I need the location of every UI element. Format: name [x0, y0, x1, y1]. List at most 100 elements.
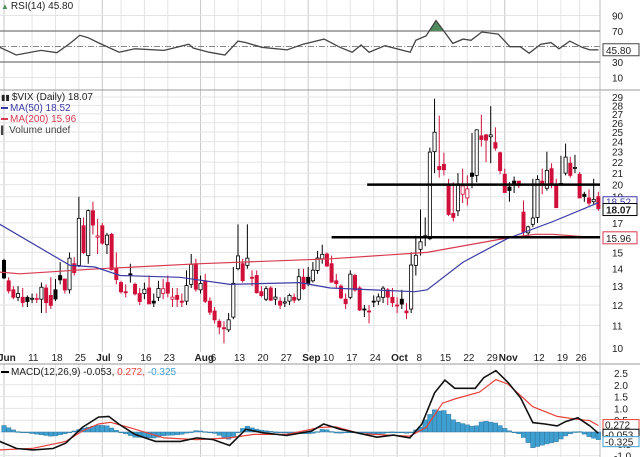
- candle: [540, 168, 545, 195]
- macd-histogram-bar: [15, 431, 21, 433]
- candle: [170, 287, 175, 307]
- macd-histogram-bar: [408, 431, 414, 434]
- candle: [437, 115, 442, 178]
- candle: [264, 286, 269, 302]
- x-tick-label: Oct: [391, 353, 408, 364]
- candle: [367, 305, 372, 324]
- candle-body: [399, 298, 404, 305]
- candle-body: [563, 156, 568, 174]
- candle-body: [39, 286, 44, 300]
- macd-histogram-bar: [577, 431, 583, 433]
- candle-body: [390, 296, 395, 304]
- candle: [48, 277, 53, 309]
- volume-legend-text: Volume undef: [9, 125, 71, 136]
- candle-body: [296, 276, 301, 300]
- candle: [34, 293, 39, 304]
- candle-body: [362, 308, 367, 311]
- candle-body: [207, 300, 212, 313]
- macd-histogram-bar: [263, 430, 269, 433]
- macd-histogram-bar: [118, 431, 124, 434]
- candle-body: [62, 278, 67, 291]
- macd-histogram-bar: [563, 431, 569, 437]
- candle: [315, 250, 320, 274]
- ma200-value-label: 15.96: [606, 234, 631, 245]
- price-tick-label: 20: [612, 181, 624, 192]
- candle: [558, 155, 563, 186]
- macd-histogram-bar: [544, 431, 550, 445]
- candle-body: [469, 172, 474, 177]
- macd-histogram-bar: [502, 428, 508, 433]
- candle-body: [226, 319, 231, 331]
- candle: [451, 182, 456, 222]
- candle-body: [170, 296, 175, 300]
- candle-body: [184, 285, 189, 302]
- x-tick-label: 22: [463, 353, 475, 364]
- candle: [86, 209, 91, 264]
- candle-body: [147, 287, 152, 305]
- macd-histogram-bar: [235, 431, 241, 434]
- macd-histogram-bar: [403, 431, 409, 434]
- candle: [16, 286, 21, 302]
- x-tick-label: 27: [281, 353, 293, 364]
- macd-histogram-bar: [62, 431, 68, 435]
- x-tick-label: Sep: [302, 353, 320, 364]
- ma200-swatch: [1, 118, 8, 121]
- candle-body: [282, 301, 287, 304]
- candle-body: [367, 310, 372, 313]
- candle-body: [151, 300, 156, 304]
- macd-signal-line: [0, 378, 599, 451]
- candle: [2, 258, 7, 280]
- macd-histogram-bar: [492, 422, 498, 433]
- candle-body: [217, 320, 222, 328]
- macd-histogram-bar: [310, 431, 316, 434]
- candle-body: [455, 183, 460, 212]
- macd-histogram-bar: [10, 429, 16, 433]
- macd-histogram-bar: [202, 431, 208, 433]
- candle: [44, 284, 49, 314]
- candle-body: [465, 188, 470, 199]
- candle: [521, 200, 526, 236]
- candle: [502, 168, 507, 194]
- macd-histogram-bar: [67, 431, 73, 434]
- macd-histogram-bar: [535, 431, 541, 447]
- price-legend: ▮▮ $VIX (Daily) 18.07 MA(50) 18.52 MA(200…: [1, 92, 93, 136]
- candle-body: [320, 253, 325, 260]
- candle-body: [381, 287, 386, 298]
- price-tick-label: 22: [612, 158, 624, 169]
- candle: [362, 305, 367, 318]
- macd-histogram-bar: [319, 429, 325, 433]
- candle-body: [334, 280, 339, 285]
- rsi-tick-label: 70: [612, 27, 624, 38]
- candle-body: [474, 129, 479, 176]
- candle-body: [488, 134, 493, 138]
- macd-histogram-bar: [20, 431, 26, 434]
- candlestick-icon: ▮▮: [1, 93, 10, 102]
- candle-body: [175, 295, 180, 300]
- macd-histogram-bar: [525, 431, 531, 443]
- candle: [409, 252, 414, 314]
- macd-tick-label: 2.0: [614, 381, 628, 392]
- candle-body: [156, 288, 161, 298]
- candle-body: [395, 304, 400, 307]
- candle-body: [142, 288, 147, 294]
- candle-body: [179, 300, 184, 303]
- candle-body: [189, 263, 194, 285]
- candle-body: [493, 142, 498, 149]
- candle: [231, 267, 236, 320]
- candle: [301, 268, 306, 290]
- macd-histogram-bar: [389, 431, 395, 433]
- macd-histogram-bar: [581, 431, 587, 435]
- x-tick-label: Nov: [499, 353, 518, 364]
- candle-body: [250, 276, 255, 279]
- candle: [395, 297, 400, 314]
- candle-body: [44, 287, 49, 304]
- candle-body: [212, 310, 217, 321]
- candle-body: [484, 134, 489, 141]
- macd-histogram-bar: [104, 425, 110, 433]
- candle: [221, 321, 226, 344]
- candle: [39, 282, 44, 314]
- candle: [587, 189, 592, 206]
- price-tick-label: 14: [612, 265, 624, 276]
- macd-histogram-bar: [123, 431, 129, 435]
- candle-body: [521, 211, 526, 233]
